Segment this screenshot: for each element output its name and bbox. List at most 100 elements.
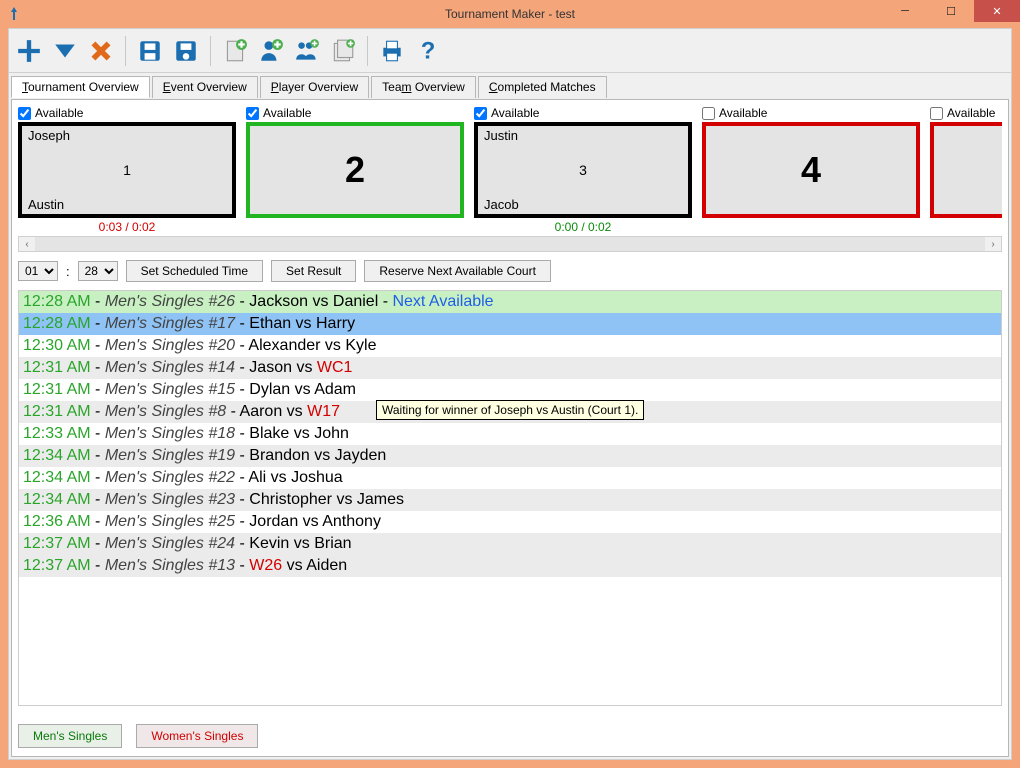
- available-label: Available: [35, 106, 83, 120]
- match-event: Men's Singles #22: [105, 469, 235, 486]
- close-button[interactable]: ✕: [974, 0, 1020, 22]
- match-row[interactable]: 12:37 AM - Men's Singles #13 - W26 vs Ai…: [19, 555, 1001, 577]
- reserve-court-button[interactable]: Reserve Next Available Court: [364, 260, 551, 282]
- add-sheet-icon[interactable]: [327, 35, 359, 67]
- court-5[interactable]: Available: [930, 106, 1002, 234]
- match-row[interactable]: 12:37 AM - Men's Singles #24 - Kevin vs …: [19, 533, 1001, 555]
- toolbar-separator: [367, 36, 368, 66]
- category-buttons: Men's Singles Women's Singles: [18, 724, 258, 748]
- court-box[interactable]: 4: [702, 122, 920, 218]
- match-event: Men's Singles #18: [105, 425, 235, 442]
- match-event: Men's Singles #26: [105, 293, 235, 310]
- available-checkbox[interactable]: [474, 107, 487, 120]
- available-checkbox[interactable]: [930, 107, 943, 120]
- match-row[interactable]: 12:36 AM - Men's Singles #25 - Jordan vs…: [19, 511, 1001, 533]
- tab-tournament-overview[interactable]: Tournament Overview: [11, 76, 150, 98]
- scroll-track[interactable]: [35, 237, 985, 251]
- match-status: Next Available: [392, 293, 493, 310]
- match-time: 12:31 AM: [23, 403, 91, 420]
- court-2[interactable]: Available 2: [246, 106, 464, 234]
- match-row[interactable]: 12:28 AM - Men's Singles #17 - Ethan vs …: [19, 313, 1001, 335]
- save-as-icon[interactable]: [170, 35, 202, 67]
- mens-singles-button[interactable]: Men's Singles: [18, 724, 122, 748]
- match-row[interactable]: 12:34 AM - Men's Singles #22 - Ali vs Jo…: [19, 467, 1001, 489]
- match-players: Alexander vs Kyle: [248, 337, 376, 354]
- match-row[interactable]: 12:31 AM - Men's Singles #14 - Jason vs …: [19, 357, 1001, 379]
- tab-team-overview[interactable]: Team Overview: [371, 76, 476, 98]
- tab-content: AvailableJoseph1Austin0:03 / 0:02Availab…: [11, 99, 1009, 757]
- available-label: Available: [947, 106, 995, 120]
- save-icon[interactable]: [134, 35, 166, 67]
- match-row[interactable]: 12:33 AM - Men's Singles #18 - Blake vs …: [19, 423, 1001, 445]
- match-pending-player: W26: [249, 557, 282, 574]
- court-available-checkbox[interactable]: Available: [18, 106, 236, 120]
- match-event: Men's Singles #14: [105, 359, 235, 376]
- match-time: 12:36 AM: [23, 513, 91, 530]
- match-players: Brandon vs Jayden: [249, 447, 386, 464]
- set-scheduled-time-button[interactable]: Set Scheduled Time: [126, 260, 263, 282]
- scroll-right-arrow[interactable]: ›: [985, 237, 1001, 251]
- hour-select[interactable]: 01: [18, 261, 58, 281]
- horizontal-scrollbar[interactable]: ‹ ›: [18, 236, 1002, 252]
- match-time: 12:31 AM: [23, 359, 91, 376]
- svg-text:?: ?: [421, 38, 436, 64]
- match-pending-player: W17: [307, 403, 340, 420]
- court-available-checkbox[interactable]: Available: [702, 106, 920, 120]
- titlebar: Tournament Maker - test ─ ☐ ✕: [0, 0, 1020, 28]
- toolbar-separator: [125, 36, 126, 66]
- womens-singles-button[interactable]: Women's Singles: [136, 724, 258, 748]
- tabstrip: Tournament Overview Event Overview Playe…: [9, 75, 1011, 97]
- available-checkbox[interactable]: [702, 107, 715, 120]
- match-event: Men's Singles #13: [105, 557, 235, 574]
- available-checkbox[interactable]: [18, 107, 31, 120]
- court-available-checkbox[interactable]: Available: [474, 106, 692, 120]
- tab-player-overview[interactable]: Player Overview: [260, 76, 369, 98]
- control-row: 01 : 28 Set Scheduled Time Set Result Re…: [18, 260, 1002, 282]
- court-box[interactable]: Justin3Jacob: [474, 122, 692, 218]
- maximize-button[interactable]: ☐: [928, 0, 974, 22]
- delete-icon[interactable]: [85, 35, 117, 67]
- match-players: Christopher vs James: [249, 491, 404, 508]
- tab-event-overview[interactable]: Event Overview: [152, 76, 258, 98]
- window-controls: ─ ☐ ✕: [882, 0, 1020, 22]
- court-available-checkbox[interactable]: Available: [246, 106, 464, 120]
- court-1[interactable]: Available Joseph1Austin 0:03 / 0:02: [18, 106, 236, 234]
- time-colon: :: [66, 264, 70, 279]
- match-row[interactable]: 12:30 AM - Men's Singles #20 - Alexander…: [19, 335, 1001, 357]
- scroll-left-arrow[interactable]: ‹: [19, 237, 35, 251]
- print-icon[interactable]: [376, 35, 408, 67]
- court-4[interactable]: Available 4: [702, 106, 920, 234]
- court-box[interactable]: 2: [246, 122, 464, 218]
- match-event: Men's Singles #19: [105, 447, 235, 464]
- match-players: Kevin vs Brian: [249, 535, 351, 552]
- court-available-checkbox[interactable]: Available: [930, 106, 1002, 120]
- add-team-icon[interactable]: [291, 35, 323, 67]
- court-3[interactable]: Available Justin3Jacob 0:00 / 0:02: [474, 106, 692, 234]
- match-time: 12:34 AM: [23, 491, 91, 508]
- match-event: Men's Singles #25: [105, 513, 235, 530]
- match-list[interactable]: 12:28 AM - Men's Singles #26 - Jackson v…: [18, 290, 1002, 706]
- match-row[interactable]: 12:28 AM - Men's Singles #26 - Jackson v…: [19, 291, 1001, 313]
- match-row[interactable]: 12:34 AM - Men's Singles #23 - Christoph…: [19, 489, 1001, 511]
- new-icon[interactable]: [13, 35, 45, 67]
- tab-completed-matches[interactable]: Completed Matches: [478, 76, 607, 98]
- match-time: 12:34 AM: [23, 447, 91, 464]
- minimize-button[interactable]: ─: [882, 0, 928, 22]
- court-box[interactable]: [930, 122, 1002, 218]
- add-player-icon[interactable]: [255, 35, 287, 67]
- set-result-button[interactable]: Set Result: [271, 260, 356, 282]
- available-checkbox[interactable]: [246, 107, 259, 120]
- court-number: 1: [123, 162, 131, 178]
- match-row[interactable]: 12:34 AM - Men's Singles #19 - Brandon v…: [19, 445, 1001, 467]
- match-row[interactable]: 12:31 AM - Men's Singles #15 - Dylan vs …: [19, 379, 1001, 401]
- toolbar: ?: [9, 29, 1011, 73]
- court-timer: 0:03 / 0:02: [18, 220, 236, 234]
- help-icon[interactable]: ?: [412, 35, 444, 67]
- court-box[interactable]: Joseph1Austin: [18, 122, 236, 218]
- available-label: Available: [263, 106, 311, 120]
- open-icon[interactable]: [49, 35, 81, 67]
- minute-select[interactable]: 28: [78, 261, 118, 281]
- match-event: Men's Singles #15: [105, 381, 235, 398]
- court-timer: 0:00 / 0:02: [474, 220, 692, 234]
- add-event-icon[interactable]: [219, 35, 251, 67]
